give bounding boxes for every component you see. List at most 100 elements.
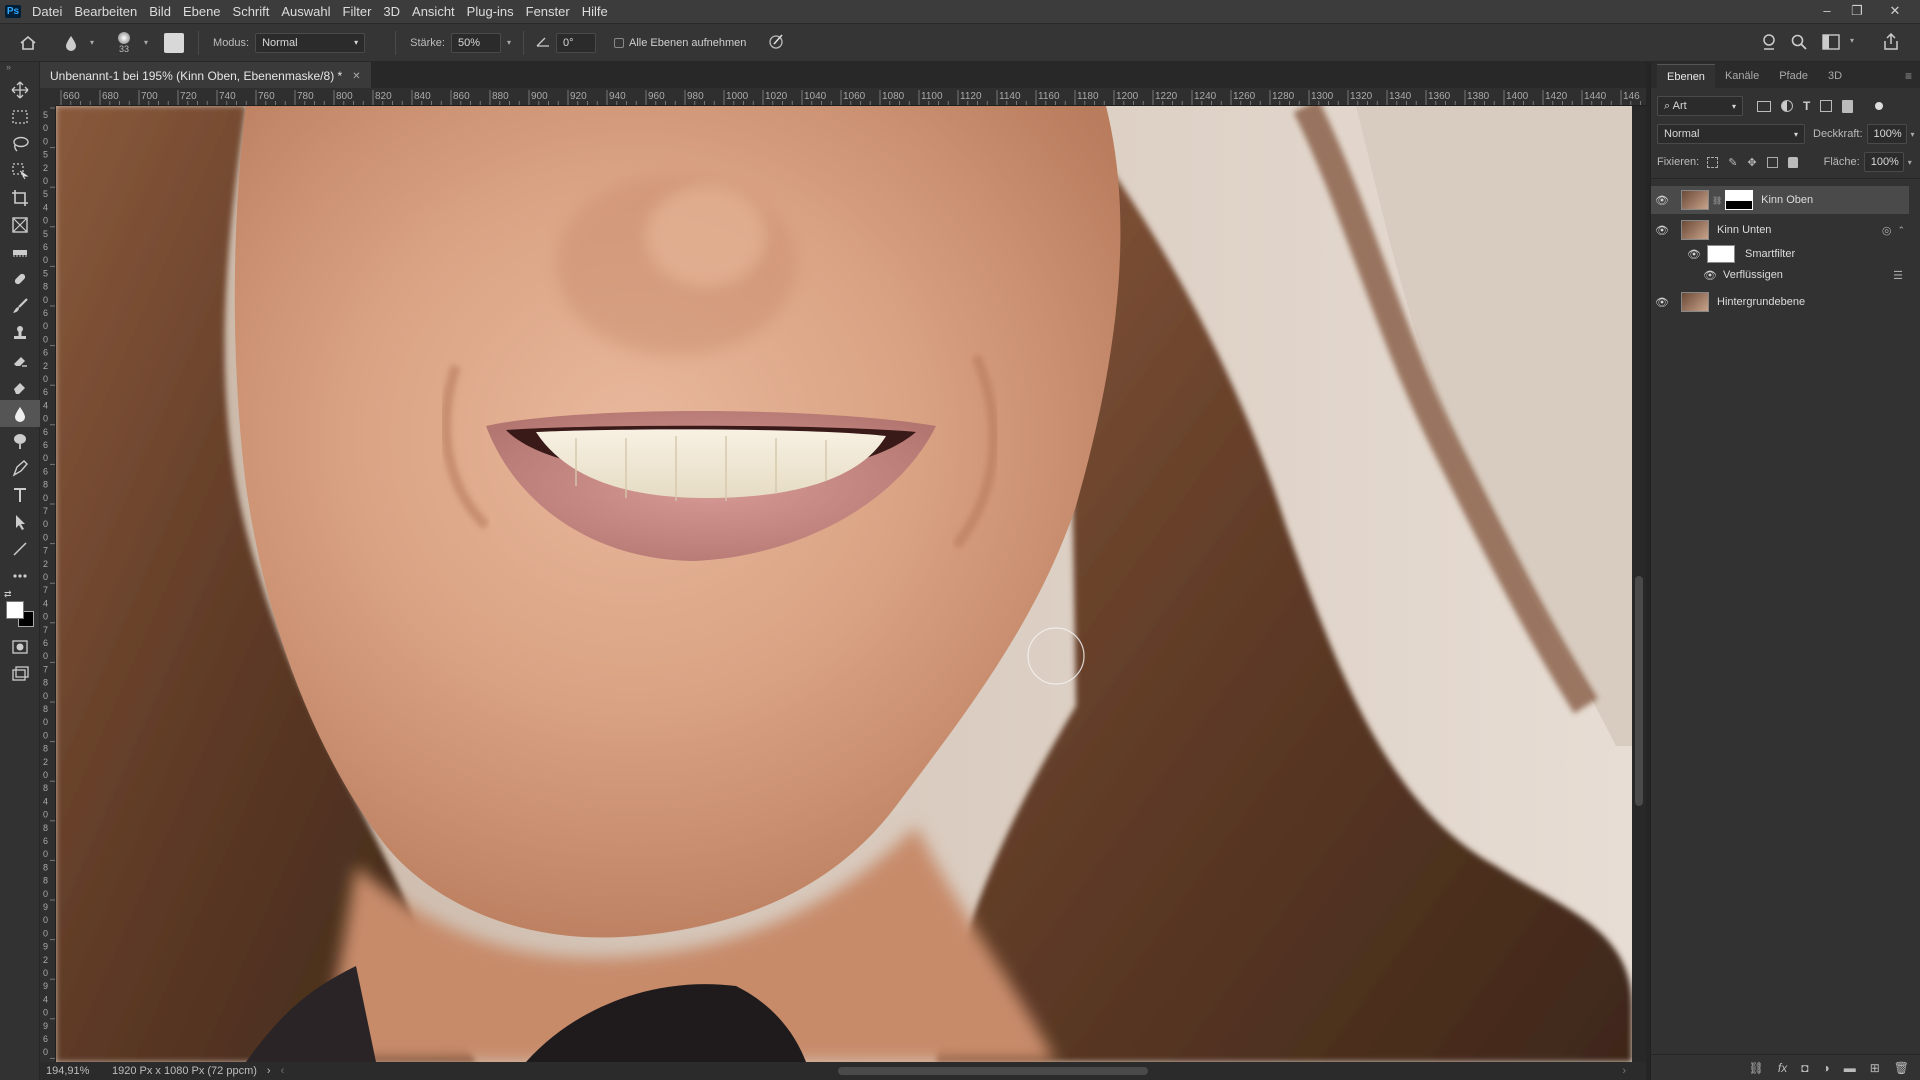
filter-toggle-icon[interactable] [1875,102,1884,110]
lock-pixels-icon[interactable]: ✎ [1728,156,1737,169]
menu-bild[interactable]: Bild [143,0,177,24]
filter-adjustment-icon[interactable] [1781,100,1793,112]
screen-mode-icon[interactable] [0,660,40,687]
filter-shape-icon[interactable] [1820,100,1833,112]
brush-dropdown-icon[interactable]: ▾ [144,38,148,47]
new-layer-icon[interactable]: ⊞ [1870,1061,1880,1075]
smartfilter-mask-thumbnail[interactable] [1707,245,1735,263]
smartfilter-row[interactable]: 👁 Smartfilter [1651,242,1909,266]
lock-artboard-icon[interactable] [1766,156,1778,168]
layer-kinn-unten[interactable]: 👁 Kinn Unten ◎ ⌃ [1651,216,1909,244]
tab-ebenen[interactable]: Ebenen [1657,64,1715,88]
ruler-origin[interactable] [40,88,56,106]
pressure-brush-icon[interactable] [768,32,786,53]
swap-colors-icon[interactable]: ⇄ [4,589,12,600]
preset-dropdown-icon[interactable]: ▾ [90,38,94,47]
layer-style-fx-icon[interactable]: fx [1778,1061,1787,1075]
smartfilter-eye-icon[interactable]: 👁 [1683,248,1705,261]
brush-size-picker[interactable]: 33 [104,31,144,54]
new-group-icon[interactable]: ▬ [1844,1061,1856,1075]
opacity-dropdown-icon[interactable]: ▾ [1911,130,1915,139]
visibility-eye-icon[interactable]: 👁 [1651,296,1673,309]
delete-layer-icon[interactable]: 🗑 [1894,1061,1909,1075]
horizontal-ruler[interactable]: 660 680 700 720 740 760 780 800 820 840 860 880 900 9… [56,88,1646,106]
menu-plugins[interactable]: Plug-ins [461,0,520,24]
menu-ebene[interactable]: Ebene [177,0,227,24]
visibility-eye-icon[interactable]: 👁 [1651,194,1673,207]
discover-icon[interactable] [1760,33,1778,54]
mask-link-icon[interactable]: ⛓ [1712,196,1722,205]
dodge-tool-icon[interactable] [0,427,40,454]
eraser-tool-icon[interactable] [0,373,40,400]
lock-all-icon[interactable] [1787,156,1798,168]
share-icon[interactable] [1882,32,1900,54]
menu-filter[interactable]: Filter [337,0,378,24]
type-tool-icon[interactable] [0,481,40,508]
pen-tool-icon[interactable] [0,454,40,481]
history-brush-tool-icon[interactable] [0,346,40,373]
brush-tool-icon[interactable] [0,292,40,319]
move-tool-icon[interactable] [0,76,40,103]
mode-select[interactable]: Normal ▾ [255,32,366,53]
filter-eye-icon[interactable]: 👁 [1699,269,1721,282]
filter-smartobject-icon[interactable] [1842,99,1854,113]
layer-hintergrundebene[interactable]: 👁 Hintergrundebene [1651,288,1909,316]
collapse-effects-icon[interactable]: ⌃ [1897,225,1905,236]
workspace-icon[interactable] [1822,34,1840,53]
home-icon[interactable] [0,34,56,52]
filter-type-icon[interactable]: T [1803,99,1810,113]
quick-mask-icon[interactable] [0,633,40,660]
filter-verfluessigen-row[interactable]: 👁 Verflüssigen ☰ [1651,264,1909,286]
filter-blending-options-icon[interactable]: ☰ [1893,269,1903,282]
layer-kinn-oben[interactable]: 👁 ⛓ Kinn Oben [1651,186,1909,214]
object-selection-tool-icon[interactable] [0,157,40,184]
lock-transparency-icon[interactable] [1707,156,1719,168]
clone-stamp-tool-icon[interactable] [0,319,40,346]
scroll-right-icon[interactable]: › [1622,1065,1626,1077]
fill-dropdown-icon[interactable]: ▾ [1908,158,1912,167]
menu-bearbeiten[interactable]: Bearbeiten [68,0,143,24]
path-selection-tool-icon[interactable] [0,508,40,535]
color-swatches[interactable]: ⇄ [0,589,39,633]
menu-datei[interactable]: Datei [26,0,68,24]
tab-kanaele[interactable]: Kanäle [1715,64,1769,88]
filter-pixel-icon[interactable] [1757,100,1771,112]
layer-filter-select[interactable]: ⌕ Art ▾ [1657,96,1743,116]
horizontal-scroll-thumb[interactable] [838,1067,1148,1075]
menu-3d[interactable]: 3D [377,0,406,24]
menu-auswahl[interactable]: Auswahl [275,0,336,24]
panel-menu-icon[interactable]: ≡ [1905,64,1912,88]
frame-tool-icon[interactable] [0,211,40,238]
minimize-button[interactable]: – [1812,0,1842,24]
strength-input[interactable]: 50% [450,32,501,53]
menu-hilfe[interactable]: Hilfe [576,0,614,24]
close-tab-icon[interactable]: ✕ [352,71,360,82]
tab-pfade[interactable]: Pfade [1769,64,1818,88]
visibility-eye-icon[interactable]: 👁 [1651,224,1673,237]
zoom-level[interactable]: 194,91% [46,1065,94,1077]
crop-tool-icon[interactable] [0,184,40,211]
marquee-tool-icon[interactable] [0,103,40,130]
line-tool-icon[interactable] [0,535,40,562]
status-menu-chevron-icon[interactable]: › [267,1065,271,1077]
menu-schrift[interactable]: Schrift [227,0,276,24]
angle-input[interactable]: 0° [555,32,596,53]
lasso-tool-icon[interactable] [0,130,40,157]
blend-mode-select[interactable]: Normal ▾ [1657,124,1805,144]
opacity-input[interactable]: 100% [1866,124,1907,144]
document-tab[interactable]: Unbenannt-1 bei 195% (Kinn Oben, Ebenenm… [40,62,371,88]
vertical-scroll-thumb[interactable] [1635,576,1643,806]
document-canvas[interactable] [56,106,1632,1062]
brush-settings-icon[interactable] [164,32,185,53]
workspace-dropdown-icon[interactable]: ▾ [1850,36,1854,45]
strength-dropdown-icon[interactable]: ▾ [507,38,511,47]
vertical-scrollbar[interactable] [1632,106,1646,1062]
scroll-left-icon[interactable]: ‹ [281,1065,285,1077]
layer-mask-thumbnail[interactable] [1725,190,1754,210]
paint-bucket-tool-icon[interactable] [0,400,40,427]
more-tools-icon[interactable] [0,562,40,589]
lock-position-icon[interactable]: ✥ [1747,156,1756,169]
menu-ansicht[interactable]: Ansicht [406,0,461,24]
blur-tool-preset-icon[interactable] [56,35,86,51]
eyedropper-tool-icon[interactable] [0,238,40,265]
